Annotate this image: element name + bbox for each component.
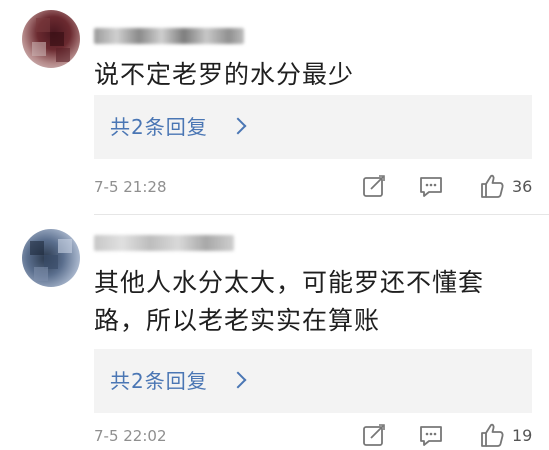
comment-item: 其他人水分太大，可能罗还不懂套路，所以老老实实在算账 共2条回复 7-5 22:… <box>0 215 549 450</box>
comment-icon[interactable] <box>417 421 445 449</box>
comment-text: 其他人水分太大，可能罗还不懂套路，所以老老实实在算账 <box>94 268 485 335</box>
comment-timestamp: 7-5 22:02 <box>94 427 167 445</box>
comment-item: 说不定老罗的水分最少 共2条回复 7-5 21:28 36 <box>0 0 549 215</box>
like-count: 19 <box>512 426 533 445</box>
replies-label: 共2条回复 <box>110 369 208 393</box>
chevron-right-icon <box>229 117 247 135</box>
avatar[interactable] <box>22 229 80 287</box>
username-blurred[interactable] <box>94 28 244 44</box>
replies-button[interactable]: 共2条回复 <box>94 95 532 159</box>
avatar[interactable] <box>22 10 80 68</box>
chevron-right-icon <box>229 371 247 389</box>
like-count: 36 <box>512 177 533 196</box>
edit-icon[interactable] <box>360 172 388 200</box>
thumbs-up-icon[interactable] <box>478 421 506 449</box>
comment-text: 说不定老罗的水分最少 <box>94 60 355 89</box>
username-blurred[interactable] <box>94 235 234 251</box>
replies-button[interactable]: 共2条回复 <box>94 349 532 413</box>
replies-label: 共2条回复 <box>110 115 208 139</box>
edit-icon[interactable] <box>360 421 388 449</box>
comment-timestamp: 7-5 21:28 <box>94 178 167 196</box>
thumbs-up-icon[interactable] <box>478 172 506 200</box>
comment-icon[interactable] <box>417 172 445 200</box>
